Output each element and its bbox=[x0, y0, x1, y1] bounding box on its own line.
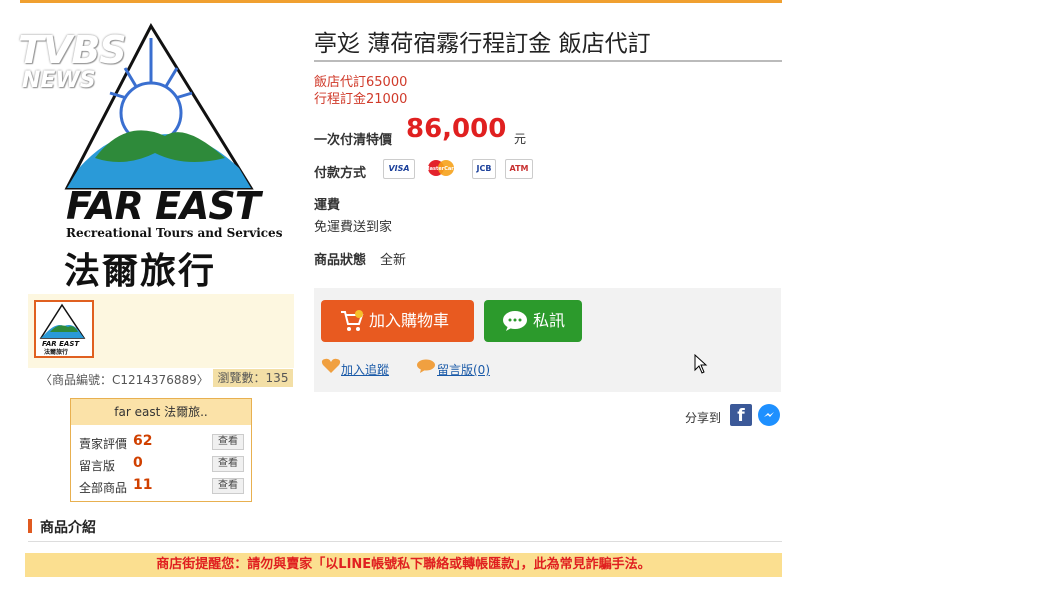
seller-row-value: 0 bbox=[133, 455, 143, 471]
view-rating-button[interactable]: 查看 bbox=[212, 434, 244, 450]
jcb-icon: JCB bbox=[472, 159, 496, 179]
messenger-bolt-icon bbox=[764, 412, 774, 417]
messenger-share-icon[interactable] bbox=[758, 404, 780, 426]
view-products-button[interactable]: 查看 bbox=[212, 478, 244, 494]
section-heading: 商品介紹 bbox=[40, 520, 96, 536]
shipping-value: 免運費送到家 bbox=[314, 220, 393, 235]
add-tracking-link[interactable]: 加入追蹤 bbox=[341, 361, 389, 378]
payment-label: 付款方式 bbox=[314, 166, 367, 181]
heart-icon bbox=[321, 358, 341, 373]
seller-row-label: 全部商品 bbox=[79, 481, 128, 495]
seller-rating-row: 賣家評價 62 查看 bbox=[79, 433, 244, 452]
message-label: 私訊 bbox=[533, 311, 566, 330]
seller-row-value: 62 bbox=[133, 433, 153, 449]
logo-name-zh: 法爾旅行 bbox=[64, 250, 217, 292]
seller-products-row: 全部商品 11 查看 bbox=[79, 477, 244, 496]
product-id: 〈商品編號：C1214376889〉 bbox=[40, 373, 209, 387]
price-unit: 元 bbox=[514, 132, 527, 146]
title-divider bbox=[314, 60, 782, 62]
seller-board-row: 留言版 0 查看 bbox=[79, 455, 244, 474]
seller-row-value: 11 bbox=[133, 477, 153, 493]
product-title: 亭彣 薄荷宿霧行程訂金 飯店代訂 bbox=[314, 31, 651, 57]
top-accent-bar bbox=[20, 0, 782, 3]
product-note-deposit: 行程訂金21000 bbox=[314, 92, 408, 107]
fraud-warning-banner: 商店街提醒您：請勿與賣家「以LINE帳號私下聯絡或轉帳匯款」，此為常見詐騙手法。 bbox=[25, 553, 782, 577]
seller-name[interactable]: far east 法爾旅.. bbox=[71, 399, 251, 425]
chat-bubble-icon bbox=[503, 311, 527, 331]
message-button[interactable]: 私訊 bbox=[484, 300, 582, 342]
add-to-cart-label: 加入購物車 bbox=[369, 311, 450, 330]
view-count-badge: 瀏覽數：135 bbox=[213, 369, 293, 387]
seller-row-label: 賣家評價 bbox=[79, 437, 128, 451]
section-divider bbox=[28, 541, 782, 542]
mastercard-icon: MasterCard bbox=[424, 159, 458, 177]
facebook-share-icon[interactable]: f bbox=[730, 404, 752, 426]
seller-row-label: 留言版 bbox=[79, 459, 116, 473]
view-board-button[interactable]: 查看 bbox=[212, 456, 244, 472]
logo-name-en: FAR EAST bbox=[66, 184, 261, 228]
mouse-cursor-icon bbox=[694, 354, 708, 374]
visa-icon: VISA bbox=[383, 159, 415, 179]
cart-icon bbox=[341, 310, 364, 331]
share-label: 分享到 bbox=[685, 411, 722, 425]
mastercard-label: MasterCard bbox=[425, 166, 458, 172]
price-label: 一次付清特價 bbox=[314, 133, 393, 148]
thumbnail-zh: 法爾旅行 bbox=[44, 348, 68, 356]
condition-label: 商品狀態 bbox=[314, 253, 367, 268]
watermark-brand: TVBS bbox=[18, 28, 127, 72]
message-board-link[interactable]: 留言版(0) bbox=[437, 361, 490, 378]
shipping-label: 運費 bbox=[314, 198, 341, 213]
add-to-cart-button[interactable]: 加入購物車 bbox=[321, 300, 474, 342]
thumbnail-text: FAR EAST bbox=[42, 340, 80, 348]
section-marker bbox=[28, 519, 32, 533]
price-value: 86,000 bbox=[406, 114, 507, 144]
logo-tagline: Recreational Tours and Services bbox=[66, 226, 283, 240]
mastercard-circles-icon: MasterCard bbox=[425, 160, 458, 176]
atm-icon: ATM bbox=[505, 159, 533, 179]
tvbs-watermark: TVBS NEWS bbox=[18, 28, 168, 96]
product-thumbnail[interactable]: FAR EAST 法爾旅行 bbox=[34, 300, 94, 358]
watermark-sub: NEWS bbox=[22, 68, 96, 93]
seller-box: far east 法爾旅.. 賣家評價 62 查看 留言版 0 查看 全部商品 … bbox=[70, 398, 252, 502]
comment-icon bbox=[417, 359, 435, 373]
thumbnail-logo-icon: FAR EAST 法爾旅行 bbox=[39, 303, 86, 356]
condition-value: 全新 bbox=[380, 253, 407, 268]
